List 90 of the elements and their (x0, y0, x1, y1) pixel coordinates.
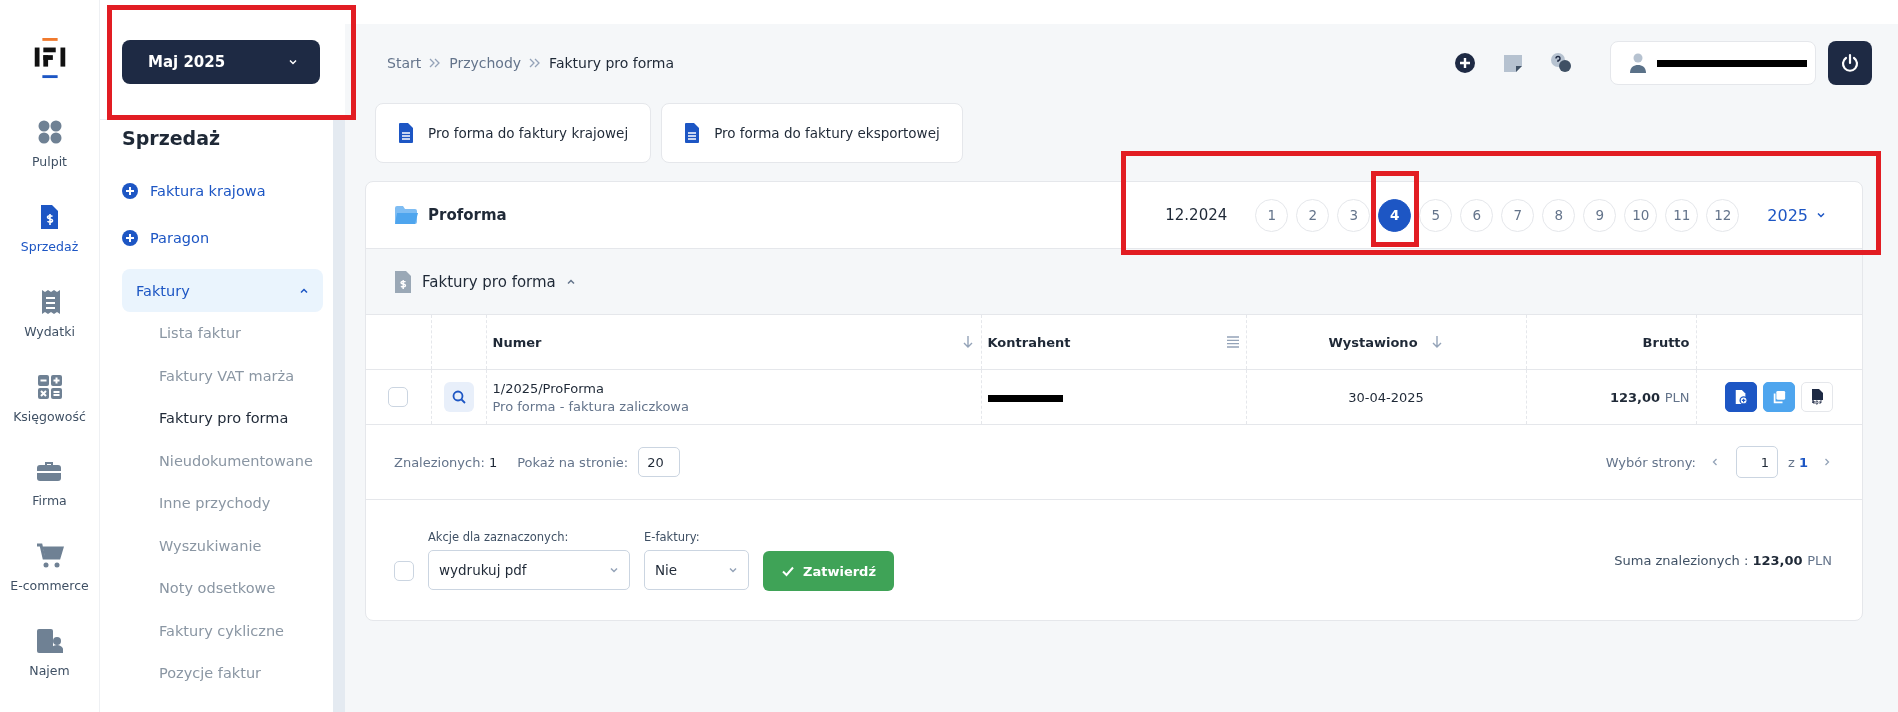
document-number[interactable]: 1/2025/ProForma (492, 380, 975, 396)
month-button[interactable]: 3 (1337, 198, 1371, 232)
convert-button[interactable] (1725, 382, 1758, 412)
sum-total: Suma znalezionych : 123,00 PLN (1614, 552, 1832, 568)
field-label: Akcje dla zaznaczonych: (428, 530, 570, 544)
chat-bubbles-icon[interactable] (1550, 52, 1572, 74)
page-label: Wybór strony: (1605, 454, 1696, 470)
sidebar-title: Sprzedaż (122, 127, 222, 149)
month-picker[interactable]: Maj 2025 (122, 40, 320, 84)
logout-button[interactable] (1828, 41, 1872, 85)
user-menu[interactable] (1610, 41, 1816, 85)
month-button[interactable]: 11 (1665, 198, 1699, 232)
building-icon (35, 627, 64, 656)
month-button[interactable]: 10 (1624, 198, 1658, 232)
caret-icon (1816, 210, 1826, 220)
new-document-button[interactable]: Pro forma do faktury eksportowej (661, 103, 963, 163)
column-header[interactable]: Numer (492, 334, 542, 350)
breadcrumb-link[interactable]: Przychody (449, 55, 522, 71)
per-page-field[interactable]: 20 (638, 447, 681, 477)
nav-item[interactable]: Księgowość (13, 372, 86, 458)
pdf-button[interactable] (1801, 382, 1834, 412)
invoice-icon (394, 269, 412, 294)
power-icon (1840, 53, 1860, 73)
scrollbar[interactable] (333, 120, 345, 712)
column-header[interactable]: Brutto (1642, 334, 1690, 350)
month-button[interactable]: 2 (1296, 198, 1330, 232)
month-button[interactable]: 9 (1583, 198, 1617, 232)
nav-item[interactable]: Wydatki (24, 287, 75, 373)
checkbox[interactable] (388, 387, 409, 407)
month-button[interactable]: 6 (1460, 198, 1494, 232)
column-header[interactable]: Wystawiono (1328, 334, 1418, 350)
chevron-icon (529, 58, 542, 68)
nav-item[interactable]: Pulpit (32, 117, 67, 203)
month-button[interactable]: 12 (1706, 198, 1740, 232)
card-title: Proforma (428, 206, 507, 224)
search-icon (451, 390, 466, 404)
page-field[interactable]: 1 (1736, 446, 1778, 478)
efaktury-select[interactable]: Nie (644, 550, 749, 590)
nav-item[interactable]: E-commerce (10, 542, 89, 628)
folder-icon (394, 205, 418, 225)
menu-group[interactable]: Faktury (122, 269, 323, 312)
note-icon[interactable] (1502, 52, 1524, 74)
currency: PLN (1664, 389, 1690, 405)
month-button[interactable]: 5 (1419, 198, 1453, 232)
per-page-label: Pokaż na stronie: (517, 454, 629, 470)
chevron-left-icon[interactable] (1710, 457, 1720, 467)
caret-icon (728, 565, 738, 575)
document-icon (398, 122, 414, 144)
found-count: Znalezionych: 1 (394, 454, 498, 470)
document-add-icon (1734, 389, 1749, 405)
person-icon (1629, 53, 1647, 73)
page-total: z 1 (1788, 454, 1808, 470)
month-button[interactable]: 4 (1378, 198, 1412, 232)
breadcrumb-current: Faktury pro forma (549, 55, 674, 71)
field-label: E-faktury: (644, 530, 701, 544)
section-title: Faktury pro forma (422, 272, 556, 291)
preview-button[interactable] (443, 382, 474, 412)
pdf-file-icon (1809, 388, 1826, 406)
breadcrumb-link[interactable]: Start (387, 55, 422, 71)
nav-item[interactable]: Najem (29, 627, 70, 712)
copy-icon (1772, 390, 1787, 404)
nav-item[interactable]: Firma (32, 457, 67, 543)
chevron-icon (429, 58, 442, 68)
nav-item[interactable]: Sprzedaż (20, 202, 79, 288)
table-cell: 30-04-2025 (1246, 369, 1526, 425)
action-select[interactable]: wydrukuj pdf (428, 550, 630, 590)
plus-icon (122, 229, 138, 246)
sidebar-link[interactable]: Paragon (122, 214, 323, 261)
amount: 123,00 (1610, 389, 1662, 405)
sidebar-link[interactable]: Faktura krajowa (122, 167, 323, 214)
document-icon (684, 122, 701, 144)
month-button[interactable]: 7 (1501, 198, 1535, 232)
calculator-icon (35, 372, 64, 401)
list-icon[interactable] (1225, 335, 1240, 349)
document-description: Pro forma - faktura zaliczkowa (492, 398, 690, 414)
chevron-right-icon[interactable] (1822, 457, 1832, 467)
month-button[interactable]: 8 (1542, 198, 1576, 232)
sidebar-item[interactable]: Faktury pro forma (122, 397, 323, 440)
previous-period-link[interactable]: 12.2024 (1165, 206, 1228, 224)
year-select[interactable]: 2025 (1761, 204, 1832, 226)
plus-icon (122, 182, 138, 199)
copy-button[interactable] (1763, 382, 1796, 412)
column-header[interactable]: Kontrahent (987, 334, 1071, 350)
caret-icon (609, 565, 619, 575)
check-icon (781, 564, 795, 578)
month-button[interactable]: 1 (1255, 198, 1289, 232)
add-icon[interactable] (1454, 52, 1476, 74)
new-document-button[interactable]: Pro forma do faktury krajowej (375, 103, 652, 163)
caret-icon (288, 57, 298, 67)
checkbox[interactable] (394, 561, 414, 581)
